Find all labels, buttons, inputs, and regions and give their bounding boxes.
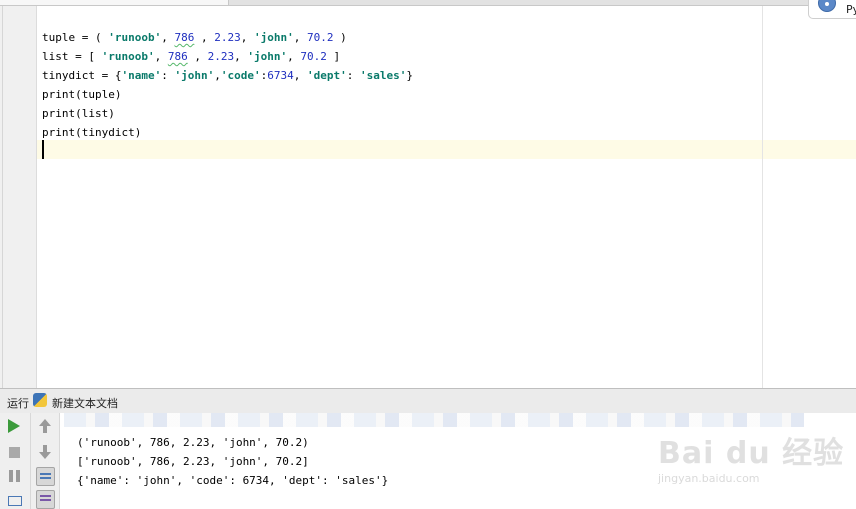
notification-text: Py [846,3,856,16]
code-line[interactable]: tinydict = {'name': 'john','code':6734, … [42,66,413,85]
code-token: , [214,69,221,82]
code-token: 2.23 [207,50,235,63]
code-token: 70.2 [300,50,327,63]
event-notification[interactable]: Py [808,0,856,19]
arrow-down-icon[interactable] [39,445,55,461]
code-token: , [287,50,301,63]
code-token: 'code' [220,69,261,82]
code-line[interactable]: print(tinydict) [42,123,413,142]
code-line[interactable]: print(tuple) [42,85,413,104]
code-token: , [293,31,307,44]
code-token: 786 [174,31,195,44]
code-token: } [406,69,413,82]
code-token: print(tuple) [42,88,122,101]
code-token: tinydict = { [42,69,122,82]
code-token: : [161,69,175,82]
output-line: ['runoob', 786, 2.23, 'john', 70.2] [77,455,309,468]
scroll-to-end-icon[interactable] [36,490,55,509]
code-token: 70.2 [306,31,334,44]
watermark-brand: Bai du 经验 [658,436,845,471]
code-area[interactable]: tuple = ( 'runoob', 786 , 2.23, 'john', … [42,28,413,142]
code-token: , [187,50,208,63]
run-panel-header: 运行 新建文本文档 [0,388,856,414]
soft-wrap-icon[interactable] [36,467,55,486]
run-config-name[interactable]: 新建文本文档 [52,395,118,411]
fold-guide [2,6,3,388]
code-token: 2.23 [214,31,241,44]
code-token: 'runoob' [101,50,155,63]
code-token: 'runoob' [108,31,162,44]
code-token: 'name' [121,69,162,82]
code-token: 'dept' [306,69,347,82]
arrow-up-icon[interactable] [39,419,55,435]
text-caret [42,140,44,159]
baidu-watermark: Bai du 经验 jingyan.baidu.com [656,422,856,494]
code-token: ] [326,50,341,63]
code-token: , [240,31,254,44]
code-token: , [154,50,168,63]
line-gutter[interactable] [0,6,37,388]
code-line[interactable]: print(list) [42,104,413,123]
code-token: 786 [167,50,188,63]
current-line-highlight [0,140,856,159]
output-line: {'name': 'john', 'code': 6734, 'dept': '… [77,474,389,487]
run-tool-label[interactable]: 运行 [7,395,29,411]
code-token: tuple = ( [42,31,109,44]
code-token: , [194,31,215,44]
output-line: ('runoob', 786, 2.23, 'john', 70.2) [77,436,309,449]
pause-icon[interactable] [9,470,20,482]
code-token: , [161,31,175,44]
code-line[interactable]: tuple = ( 'runoob', 786 , 2.23, 'john', … [42,28,413,47]
code-token: 6734 [267,69,294,82]
restore-layout-icon[interactable] [8,496,22,506]
run-toolbar-secondary [31,413,60,509]
editor-tab-strip [0,0,856,6]
code-token: : [346,69,360,82]
code-editor[interactable]: tuple = ( 'runoob', 786 , 2.23, 'john', … [0,0,856,388]
code-token: 'john' [247,50,288,63]
code-token: print(list) [42,107,115,120]
python-file-icon [33,393,47,407]
editor-tab[interactable] [0,0,229,5]
code-token: print(tinydict) [42,126,142,139]
code-token: 'john' [174,69,215,82]
code-line[interactable]: list = [ 'runoob', 786 , 2.23, 'john', 7… [42,47,413,66]
run-toolbar-primary [0,413,31,509]
code-token: , [234,50,248,63]
stop-icon[interactable] [9,447,20,458]
code-token: 'sales' [359,69,407,82]
code-token: 'john' [253,31,294,44]
code-token: list = [ [42,50,102,63]
python-console-icon [818,0,836,12]
rerun-icon[interactable] [8,419,20,433]
console-output: ('runoob', 786, 2.23, 'john', 70.2) ['ru… [77,433,388,490]
right-margin-guide [762,6,763,388]
watermark-url: jingyan.baidu.com [658,472,760,485]
code-token: ) [333,31,347,44]
code-token: , [293,69,307,82]
